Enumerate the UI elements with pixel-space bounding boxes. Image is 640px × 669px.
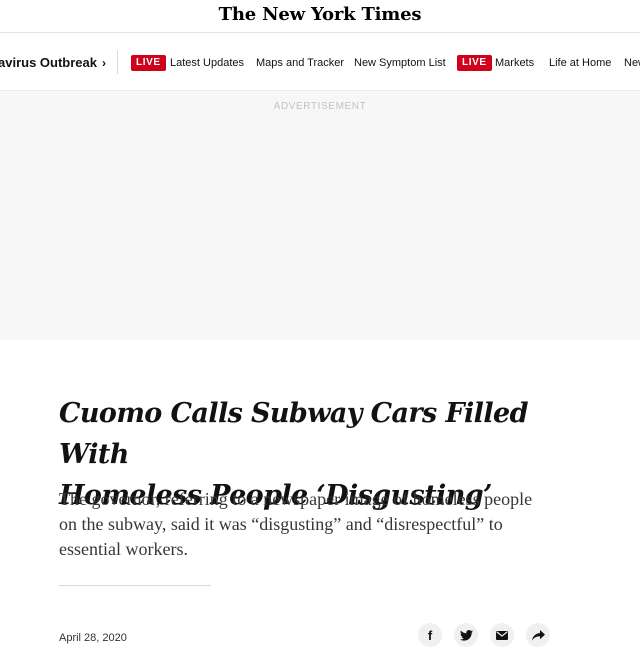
headline-line: Cuomo Calls Subway Cars Filled With [59,398,528,470]
live-badge: LIVE [131,55,166,71]
email-share-button[interactable] [490,623,514,647]
summary-line: on the subway, said it was “disgusting” … [59,514,503,534]
email-icon [496,630,508,640]
facebook-icon: f [427,627,433,643]
nav-item-latest-updates[interactable]: Latest Updates [170,57,244,70]
advertisement-slot[interactable]: ADVERTISEMENT [0,91,640,340]
nav-section-title[interactable]: avirus Outbreak › [0,55,106,71]
nav-divider [117,50,118,74]
nav-item-new[interactable]: New [624,57,640,70]
article-summary: The governor, referring to a newspaper i… [59,487,579,562]
nav-item-new-symptom-list[interactable]: New Symptom List [354,57,446,70]
nav-section-label: avirus Outbreak [0,55,97,70]
section-nav: avirus Outbreak › LIVE Latest Updates Map… [0,33,640,91]
nav-item-markets[interactable]: Markets [495,57,534,70]
advertisement-label: ADVERTISEMENT [273,101,367,112]
more-share-button[interactable] [526,623,550,647]
facebook-share-button[interactable]: f [418,623,442,647]
divider-rule [59,585,211,586]
nav-item-life-at-home[interactable]: Life at Home [549,57,611,70]
share-arrow-icon [531,629,545,641]
twitter-share-button[interactable] [454,623,478,647]
chevron-right-icon: › [102,56,106,70]
summary-line: essential workers. [59,539,188,559]
twitter-icon [459,629,473,641]
nyt-logo[interactable]: The New York Times [0,2,640,28]
nav-item-maps-and-tracker[interactable]: Maps and Tracker [256,57,344,70]
live-badge: LIVE [457,55,492,71]
masthead: The New York Times [0,0,640,33]
publish-date: April 28, 2020 [59,632,127,644]
summary-line: The governor, referring to a newspaper i… [59,489,533,509]
